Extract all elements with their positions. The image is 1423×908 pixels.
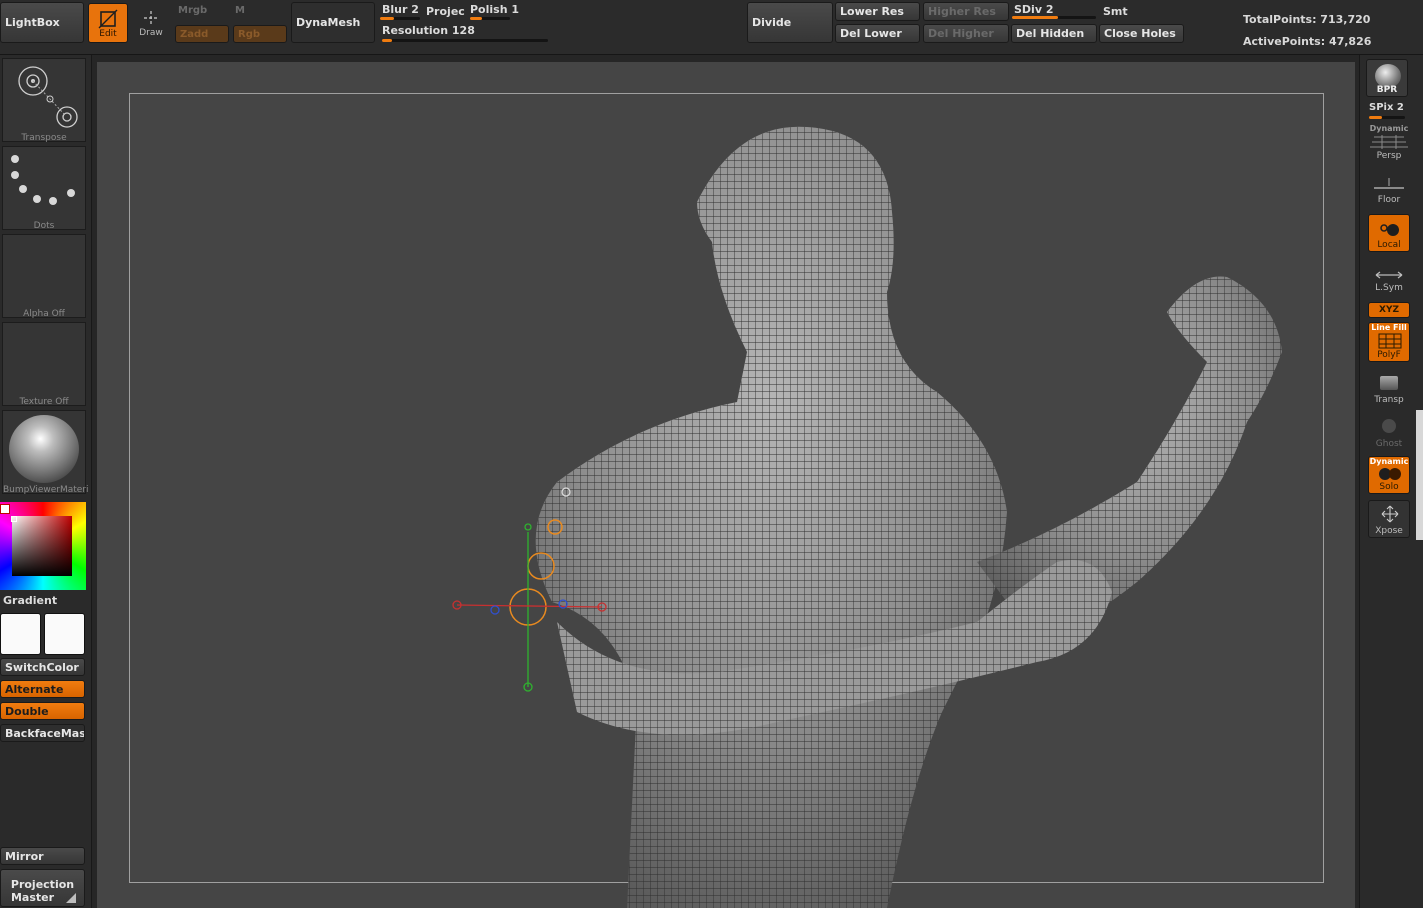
main-color-swatch[interactable] — [0, 504, 10, 514]
total-points: TotalPoints: 713,720 — [1243, 13, 1371, 26]
sdiv-label[interactable]: SDiv 2 — [1014, 3, 1053, 16]
switch-color-button[interactable]: SwitchColor — [0, 658, 85, 676]
draw-button[interactable]: Draw — [132, 3, 170, 43]
dynamesh-button[interactable]: DynaMesh — [291, 2, 375, 43]
draw-label: Draw — [139, 28, 163, 38]
gradient-swatch-secondary[interactable] — [44, 613, 85, 655]
del-lower-button[interactable]: Del Lower — [835, 24, 920, 43]
stroke-thumb[interactable]: Dots — [2, 146, 86, 231]
lsym-label: L.Sym — [1375, 283, 1403, 293]
rgb-button[interactable]: Rgb — [233, 25, 287, 43]
resolution-slider[interactable] — [382, 39, 548, 42]
dots-caption: Dots — [33, 221, 55, 231]
local-icon — [1380, 224, 1399, 236]
blur-label[interactable]: Blur 2 — [382, 3, 419, 16]
xpose-arrows-icon — [1381, 505, 1399, 523]
material-thumb[interactable]: BumpViewerMateri — [2, 410, 89, 495]
project-button[interactable]: Projec — [426, 5, 465, 18]
projection-master-label-2: Master — [10, 891, 55, 904]
lsym-button[interactable]: L.Sym — [1368, 260, 1410, 294]
color-picker[interactable] — [0, 502, 86, 590]
divide-button[interactable]: Divide — [747, 2, 833, 43]
local-label: Local — [1377, 240, 1401, 250]
spix-slider[interactable] — [1369, 116, 1405, 119]
dots-stroke-icon — [11, 155, 75, 205]
ghost-icon — [1382, 419, 1396, 433]
projection-master-button[interactable]: Projection Master — [0, 869, 85, 907]
dynamic-label: Dynamic — [1369, 124, 1409, 133]
mirror-button[interactable]: Mirror — [0, 847, 85, 865]
bpr-label: BPR — [1376, 85, 1398, 95]
close-holes-button[interactable]: Close Holes — [1099, 24, 1184, 43]
xpose-button[interactable]: Xpose — [1368, 500, 1410, 538]
persp-label: Persp — [1376, 151, 1402, 161]
polish-label[interactable]: Polish 1 — [470, 3, 519, 16]
floor-button[interactable]: Floor — [1368, 168, 1410, 206]
bpr-button[interactable]: BPR — [1366, 59, 1408, 97]
projection-master-label-1: Projection — [10, 878, 75, 891]
solo-button[interactable]: Dynamic Solo — [1368, 456, 1410, 494]
floor-icon — [1374, 178, 1404, 189]
spix-label[interactable]: SPix 2 — [1369, 102, 1404, 113]
transpose-icon — [18, 66, 78, 128]
polish-slider[interactable] — [470, 17, 510, 20]
blur-slider[interactable] — [380, 17, 420, 20]
transp-icon — [1380, 376, 1398, 390]
texture-thumb[interactable]: Texture Off — [2, 322, 86, 407]
persp-button[interactable]: Dynamic Persp — [1368, 124, 1410, 162]
edit-button[interactable]: Edit — [88, 3, 128, 43]
del-hidden-button[interactable]: Del Hidden — [1011, 24, 1097, 43]
gradient-swatch-primary[interactable] — [0, 613, 41, 655]
solo-label: Solo — [1379, 482, 1399, 492]
solo-icon — [1379, 468, 1401, 480]
ghost-label: Ghost — [1375, 439, 1403, 449]
zadd-button[interactable]: Zadd — [175, 25, 229, 43]
color-cursor — [11, 516, 17, 522]
edit-label: Edit — [99, 29, 117, 39]
transpose-caption: Transpose — [21, 133, 67, 143]
gradient-label[interactable]: Gradient — [3, 594, 57, 607]
transpose-tool-thumb[interactable]: Transpose — [2, 58, 86, 143]
sdiv-slider[interactable] — [1012, 16, 1096, 19]
del-higher-button[interactable]: Del Higher — [923, 24, 1009, 43]
material-sphere-icon — [9, 415, 79, 483]
scroll-handle[interactable] — [1416, 410, 1423, 540]
alternate-button[interactable]: Alternate — [0, 680, 85, 698]
lightbox-button[interactable]: LightBox — [0, 2, 84, 43]
backface-mask-button[interactable]: BackfaceMask — [0, 724, 85, 742]
color-square[interactable] — [12, 516, 72, 576]
double-button[interactable]: Double — [0, 702, 85, 720]
line-fill-label: Line Fill — [1371, 323, 1407, 332]
xyz-button[interactable]: XYZ — [1368, 302, 1410, 318]
transp-button[interactable]: Transp — [1368, 370, 1410, 406]
xyz-label: XYZ — [1379, 305, 1399, 315]
active-points: ActivePoints: 47,826 — [1243, 35, 1372, 48]
local-button[interactable]: Local — [1368, 214, 1410, 252]
xpose-label: Xpose — [1375, 526, 1403, 536]
ghost-button[interactable]: Ghost — [1368, 414, 1410, 450]
alpha-thumb[interactable]: Alpha Off — [2, 234, 86, 319]
lower-res-button[interactable]: Lower Res — [835, 2, 920, 21]
alpha-caption: Alpha Off — [23, 309, 65, 319]
mrgb-toggle[interactable]: Mrgb — [178, 5, 207, 16]
transp-label: Transp — [1374, 395, 1404, 405]
grid-icon — [1370, 135, 1408, 149]
polyf-label: PolyF — [1377, 350, 1401, 360]
lsym-arrows-icon — [1375, 271, 1403, 279]
m-toggle[interactable]: M — [235, 5, 245, 16]
polyframe-icon — [1378, 333, 1402, 349]
sculpt-model[interactable] — [97, 62, 1355, 908]
material-caption: BumpViewerMateri — [3, 485, 89, 495]
resolution-label[interactable]: Resolution 128 — [382, 24, 475, 37]
polyf-button[interactable]: Line Fill PolyF — [1368, 322, 1410, 362]
floor-label: Floor — [1377, 195, 1401, 205]
texture-caption: Texture Off — [19, 397, 69, 407]
mesh-body — [535, 126, 1282, 908]
corner-arrow-icon — [66, 893, 76, 903]
higher-res-button[interactable]: Higher Res — [923, 2, 1009, 21]
smt-toggle[interactable]: Smt — [1103, 5, 1128, 18]
